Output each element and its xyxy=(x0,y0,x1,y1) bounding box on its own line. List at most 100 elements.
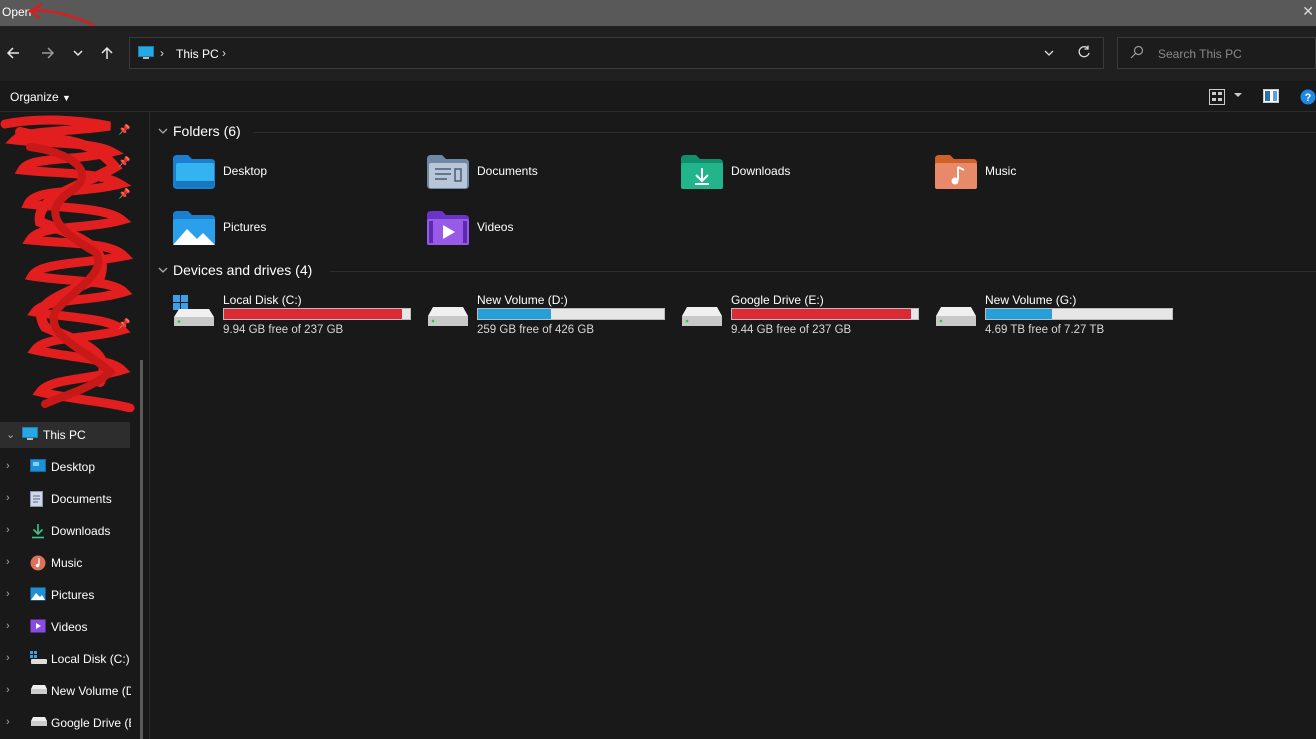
drive-tile-c[interactable]: Local Disk (C:) 9.94 GB free of 237 GB xyxy=(173,291,418,341)
drive-tile-e[interactable]: Google Drive (E:) 9.44 GB free of 237 GB xyxy=(681,291,926,341)
drive-free-space: 9.44 GB free of 237 GB xyxy=(731,324,852,336)
preview-pane-icon[interactable] xyxy=(1263,89,1279,103)
help-icon[interactable]: ? xyxy=(1300,89,1316,105)
sidebar-item-label: This PC xyxy=(43,428,86,442)
sidebar-item-desktop[interactable]: › Desktop xyxy=(0,454,130,480)
title-bar: Open ✕ xyxy=(0,0,1316,26)
chevron-down-icon[interactable] xyxy=(157,125,169,137)
recent-locations-button[interactable] xyxy=(67,40,89,66)
folder-tile-downloads[interactable]: Downloads xyxy=(681,155,921,207)
chevron-right-icon[interactable]: › xyxy=(6,588,10,600)
folder-label: Desktop xyxy=(223,164,268,178)
chevron-right-icon[interactable]: › xyxy=(6,716,10,728)
drive-icon xyxy=(31,685,47,694)
sidebar-item-label: Pictures xyxy=(51,588,95,602)
downloads-icon xyxy=(32,524,44,539)
music-icon xyxy=(30,555,46,571)
folder-label: Music xyxy=(985,164,1017,178)
address-bar[interactable]: › This PC › xyxy=(129,37,1104,69)
view-layout-icon[interactable] xyxy=(1209,89,1225,105)
drive-icon xyxy=(936,307,976,326)
window-title: Open xyxy=(2,5,32,19)
downloads-folder-icon xyxy=(681,155,723,189)
sidebar-item-label: Desktop xyxy=(51,460,96,474)
address-dropdown-icon[interactable] xyxy=(1043,47,1055,59)
chevron-right-icon[interactable]: › xyxy=(6,492,10,504)
documents-folder-icon xyxy=(427,155,469,189)
up-arrow-icon xyxy=(101,46,113,59)
pin-icon: 📌 xyxy=(118,157,131,168)
folder-tile-desktop[interactable]: Desktop xyxy=(173,155,413,207)
chevron-down-icon[interactable] xyxy=(157,264,169,276)
folder-label: Videos xyxy=(477,220,514,234)
chevron-right-icon[interactable]: › xyxy=(6,620,10,632)
search-placeholder: Search This PC xyxy=(1158,47,1242,61)
pictures-icon xyxy=(30,587,46,601)
pin-icon: 📌 xyxy=(118,189,131,200)
breadcrumb-separator[interactable]: › xyxy=(160,46,164,60)
group-divider xyxy=(253,132,1316,133)
sidebar-item-label: Local Disk (C:) xyxy=(51,652,130,666)
refresh-icon[interactable] xyxy=(1077,45,1091,59)
videos-icon xyxy=(30,619,46,633)
folder-label: Pictures xyxy=(223,220,267,234)
folder-tile-pictures[interactable]: Pictures xyxy=(173,211,413,263)
drive-usage-fill xyxy=(986,309,1053,319)
sidebar-item-google-drive-e[interactable]: › Google Drive (E:) xyxy=(0,710,131,736)
forward-button[interactable] xyxy=(37,40,59,66)
chevron-right-icon[interactable]: › xyxy=(6,684,10,696)
organize-button[interactable]: Organize ▼ xyxy=(10,90,71,104)
chevron-right-icon[interactable]: › xyxy=(6,556,10,568)
drive-icon xyxy=(31,717,47,726)
forward-arrow-icon xyxy=(42,47,55,59)
music-folder-icon xyxy=(935,155,977,189)
sidebar-scrollbar[interactable] xyxy=(140,360,143,739)
pictures-folder-icon xyxy=(173,211,215,245)
sidebar-item-documents[interactable]: › Documents xyxy=(0,486,130,512)
drive-icon xyxy=(682,307,722,326)
folder-tile-music[interactable]: Music xyxy=(935,155,1175,207)
chevron-right-icon[interactable]: › xyxy=(6,460,10,472)
sidebar-item-videos[interactable]: › Videos xyxy=(0,614,130,640)
sidebar-item-downloads[interactable]: › Downloads xyxy=(0,518,130,544)
drive-usage-bar xyxy=(985,308,1173,320)
pc-icon xyxy=(22,427,38,440)
drive-tile-g[interactable]: New Volume (G:) 4.69 TB free of 7.27 TB xyxy=(935,291,1180,341)
sidebar-item-local-disk-c[interactable]: › Local Disk (C:) xyxy=(0,646,130,672)
breadcrumb-separator[interactable]: › xyxy=(222,46,226,60)
back-arrow-icon xyxy=(6,47,19,59)
navigation-bar: › This PC › Search This PC xyxy=(0,26,1316,81)
drive-c-icon xyxy=(30,651,47,664)
pane-divider[interactable] xyxy=(149,112,150,739)
videos-folder-icon xyxy=(427,211,469,245)
search-input[interactable]: Search This PC xyxy=(1117,37,1316,69)
sidebar-item-this-pc[interactable]: ⌄ This PC xyxy=(0,422,130,448)
chevron-right-icon[interactable]: › xyxy=(6,524,10,536)
drive-usage-fill xyxy=(478,309,551,319)
folder-tile-videos[interactable]: Videos xyxy=(427,211,667,263)
drive-tile-d[interactable]: New Volume (D:) 259 GB free of 426 GB xyxy=(427,291,672,341)
drive-usage-fill xyxy=(224,309,403,319)
breadcrumb-this-pc[interactable]: This PC xyxy=(176,47,219,61)
up-button[interactable] xyxy=(96,40,118,66)
folder-tile-documents[interactable]: Documents xyxy=(427,155,667,207)
sidebar-item-new-volume-d[interactable]: › New Volume (D:) xyxy=(0,678,131,704)
sidebar-item-music[interactable]: › Music xyxy=(0,550,130,576)
search-icon xyxy=(1130,45,1144,59)
back-button[interactable] xyxy=(2,40,24,66)
drive-usage-bar xyxy=(477,308,665,320)
sidebar-item-pictures[interactable]: › Pictures xyxy=(0,582,130,608)
drive-label: New Volume (D:) xyxy=(477,293,568,307)
documents-icon xyxy=(30,491,43,507)
view-caret-icon[interactable] xyxy=(1233,90,1243,100)
chevron-down-icon[interactable]: ⌄ xyxy=(6,428,15,441)
drive-usage-fill xyxy=(732,309,911,319)
svg-text:?: ? xyxy=(1305,92,1312,104)
caret-down-icon: ▼ xyxy=(62,93,71,103)
sidebar-item-label: Documents xyxy=(51,492,112,506)
close-icon[interactable]: ✕ xyxy=(1302,3,1314,20)
drive-label: Google Drive (E:) xyxy=(731,293,824,307)
desktop-icon xyxy=(30,459,46,472)
command-bar: Organize ▼ ? xyxy=(0,81,1316,112)
chevron-right-icon[interactable]: › xyxy=(6,652,10,664)
